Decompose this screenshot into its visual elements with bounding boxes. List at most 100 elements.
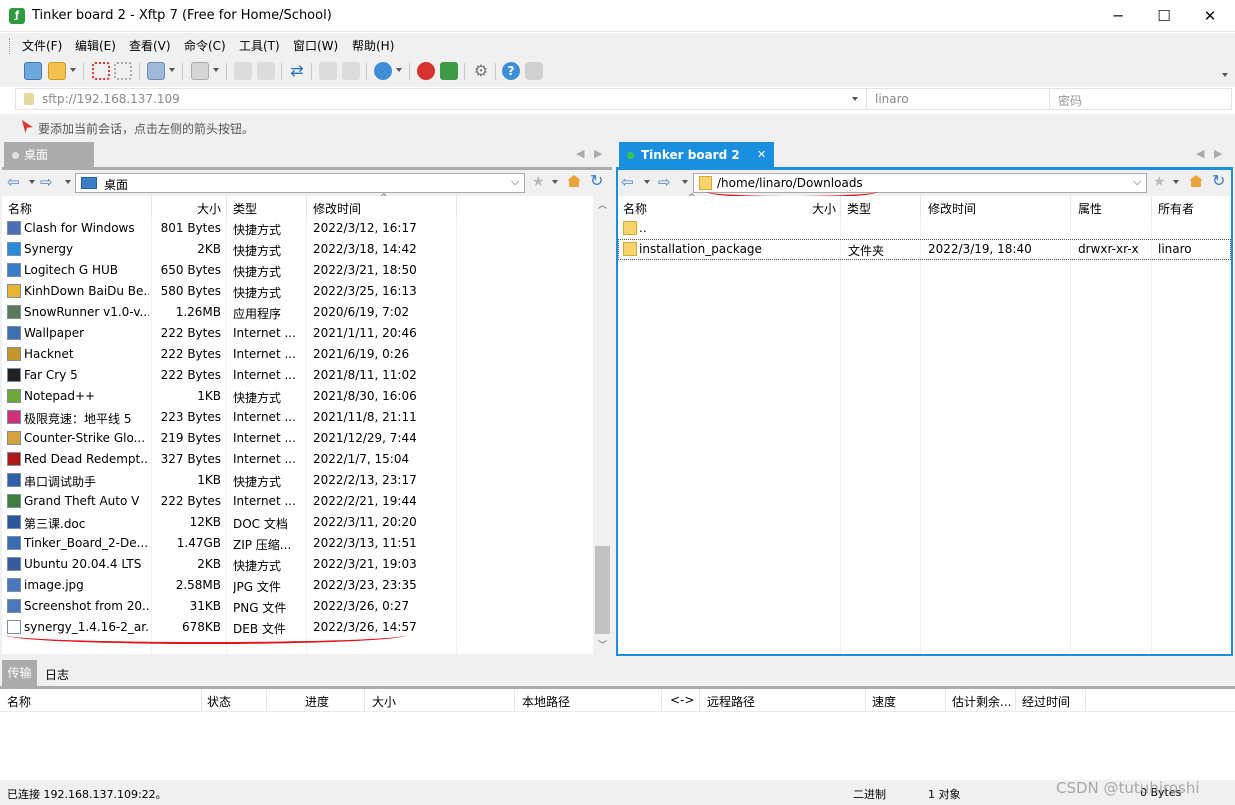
home-icon[interactable] xyxy=(567,175,581,187)
tab-scroll-right-icon[interactable]: ▶ xyxy=(594,147,602,160)
download-icon[interactable] xyxy=(257,62,275,80)
refresh-icon[interactable]: ↻ xyxy=(1212,171,1225,190)
col-remote-path[interactable]: 远程路径 xyxy=(707,693,755,710)
chevron-down-icon[interactable] xyxy=(396,68,402,72)
maximize-button[interactable]: ☐ xyxy=(1141,0,1187,32)
menu-window[interactable]: 窗口(W) xyxy=(293,37,338,54)
chevron-down-icon[interactable] xyxy=(213,68,219,72)
cursor-arrow-icon[interactable] xyxy=(22,120,33,133)
paste-icon[interactable] xyxy=(342,62,360,80)
back-icon[interactable]: ⇦ xyxy=(621,173,634,191)
home-icon[interactable] xyxy=(1189,175,1203,187)
chevron-down-icon[interactable] xyxy=(169,68,175,72)
table-row[interactable]: Wallpaper 222 Bytes Internet ... 2021/1/11,… xyxy=(2,323,456,344)
parent-dir-row[interactable]: .. xyxy=(618,218,1231,239)
table-row[interactable]: Ubuntu 20.04.4 LTS 2KB 快捷方式 2022/3/21, 19:0… xyxy=(2,554,456,575)
col-eta[interactable]: 估计剩余... xyxy=(952,693,1011,710)
sync-arrows-icon[interactable]: ⇄ xyxy=(288,62,306,80)
tab-transfer[interactable]: 传输 xyxy=(2,660,37,686)
col-local-path[interactable]: 本地路径 xyxy=(522,693,570,710)
menu-file[interactable]: 文件(F) xyxy=(22,37,62,54)
xftp-new-icon[interactable] xyxy=(440,62,458,80)
new-session-icon[interactable] xyxy=(24,62,42,80)
properties-icon[interactable] xyxy=(147,62,165,80)
username-input[interactable]: linaro xyxy=(875,92,909,106)
menu-edit[interactable]: 编辑(E) xyxy=(75,37,116,54)
help-icon[interactable]: ? xyxy=(502,62,520,80)
col-status[interactable]: 状态 xyxy=(207,693,231,710)
col-mtime[interactable]: 修改时间 xyxy=(313,200,361,217)
col-name[interactable]: 名称 xyxy=(623,200,647,217)
menu-help[interactable]: 帮助(H) xyxy=(352,37,394,54)
scroll-up-icon[interactable]: ︿ xyxy=(598,198,607,211)
menu-command[interactable]: 命令(C) xyxy=(184,37,226,54)
chevron-down-icon[interactable] xyxy=(852,97,858,101)
tab-scroll-left-icon[interactable]: ◀ xyxy=(1196,147,1204,160)
col-size[interactable]: 大小 xyxy=(812,200,836,217)
chat-icon[interactable] xyxy=(525,62,543,80)
xshell-icon[interactable] xyxy=(417,62,435,80)
tab-tinker-board[interactable]: Tinker board 2 ✕ xyxy=(619,142,774,168)
table-row[interactable]: Screenshot from 20... 31KB PNG 文件 2022/3/26… xyxy=(2,596,456,617)
chevron-down-icon[interactable] xyxy=(682,180,688,184)
col-direction[interactable]: <-> xyxy=(670,693,694,707)
col-type[interactable]: 类型 xyxy=(233,200,257,217)
chevron-down-icon[interactable] xyxy=(70,68,76,72)
table-row[interactable]: KinhDown BaiDu Be... 580 Bytes 快捷方式 2022/3/… xyxy=(2,281,456,302)
col-name[interactable]: 名称 xyxy=(7,693,31,710)
tab-scroll-right-icon[interactable]: ▶ xyxy=(1214,147,1222,160)
globe-icon[interactable] xyxy=(374,62,392,80)
star-icon[interactable]: ★ xyxy=(1153,174,1166,190)
chevron-down-icon[interactable]: ⌵ xyxy=(1133,175,1141,189)
close-button[interactable]: ✕ xyxy=(1187,0,1233,32)
close-tab-icon[interactable]: ✕ xyxy=(757,142,766,168)
table-row[interactable]: Tinker_Board_2-De... 1.47GB ZIP 压缩... 2022/… xyxy=(2,533,456,554)
chevron-down-icon[interactable] xyxy=(644,180,650,184)
reconnect-icon[interactable] xyxy=(114,62,132,80)
table-row[interactable]: SnowRunner v1.0-v... 1.26MB 应用程序 2020/6/19,… xyxy=(2,302,456,323)
table-row[interactable]: Notepad++ 1KB 快捷方式 2021/8/30, 16:06 xyxy=(2,386,456,407)
left-path-input[interactable]: 桌面 ⌵ xyxy=(75,173,525,193)
table-row[interactable]: image.jpg 2.58MB JPG 文件 2022/3/23, 23:35 xyxy=(2,575,456,596)
table-row[interactable]: Logitech G HUB 650 Bytes 快捷方式 2022/3/21, 18… xyxy=(2,260,456,281)
scroll-down-icon[interactable]: ﹀ xyxy=(598,638,607,651)
table-row[interactable]: Hacknet 222 Bytes Internet ... 2021/6/19, 0… xyxy=(2,344,456,365)
col-size[interactable]: 大小 xyxy=(372,693,396,710)
menu-view[interactable]: 查看(V) xyxy=(129,37,171,54)
table-row[interactable]: Synergy 2KB 快捷方式 2022/3/18, 14:42 xyxy=(2,239,456,260)
col-name[interactable]: 名称 xyxy=(8,200,32,217)
table-row[interactable]: 第三课.doc 12KB DOC 文档 2022/3/11, 20:20 xyxy=(2,512,456,533)
password-input[interactable]: 密码 xyxy=(1058,92,1082,109)
chevron-down-icon[interactable] xyxy=(29,180,35,184)
tab-log[interactable]: 日志 xyxy=(45,666,69,683)
left-scrollbar[interactable]: ︿ ﹀ xyxy=(593,196,612,654)
col-size[interactable]: 大小 xyxy=(197,200,221,217)
forward-icon[interactable]: ⇨ xyxy=(40,173,53,191)
col-attributes[interactable]: 属性 xyxy=(1078,200,1102,217)
col-progress[interactable]: 进度 xyxy=(305,693,329,710)
tab-desktop[interactable]: 桌面 xyxy=(4,142,94,168)
chevron-down-icon[interactable] xyxy=(552,180,558,184)
table-row[interactable]: Red Dead Redempt... 327 Bytes Internet ...… xyxy=(2,449,456,470)
toolbar-overflow-icon[interactable] xyxy=(1222,73,1228,77)
table-row[interactable]: 串口调试助手 1KB 快捷方式 2022/2/13, 23:17 xyxy=(2,470,456,491)
col-speed[interactable]: 速度 xyxy=(872,693,896,710)
refresh-icon[interactable]: ↻ xyxy=(590,171,603,190)
table-row[interactable]: 极限竞速：地平线 5 223 Bytes Internet ... 2021/11/8… xyxy=(2,407,456,428)
disconnect-icon[interactable] xyxy=(92,62,110,80)
host-input[interactable]: sftp://192.168.137.109 xyxy=(42,92,180,106)
chevron-down-icon[interactable] xyxy=(65,180,71,184)
minimize-button[interactable]: ─ xyxy=(1095,0,1141,32)
table-row[interactable]: Grand Theft Auto V 222 Bytes Internet ... 2… xyxy=(2,491,456,512)
col-owner[interactable]: 所有者 xyxy=(1158,200,1194,217)
chevron-down-icon[interactable] xyxy=(1173,180,1179,184)
col-mtime[interactable]: 修改时间 xyxy=(928,200,976,217)
tab-scroll-left-icon[interactable]: ◀ xyxy=(576,147,584,160)
menu-tools[interactable]: 工具(T) xyxy=(239,37,280,54)
scrollbar-thumb[interactable] xyxy=(595,546,610,634)
table-row[interactable]: Counter-Strike Glo... 219 Bytes Internet .… xyxy=(2,428,456,449)
back-icon[interactable]: ⇦ xyxy=(7,173,20,191)
gear-icon[interactable]: ⚙ xyxy=(472,62,490,80)
table-row[interactable]: Far Cry 5 222 Bytes Internet ... 2021/8/11,… xyxy=(2,365,456,386)
star-icon[interactable]: ★ xyxy=(532,174,545,190)
